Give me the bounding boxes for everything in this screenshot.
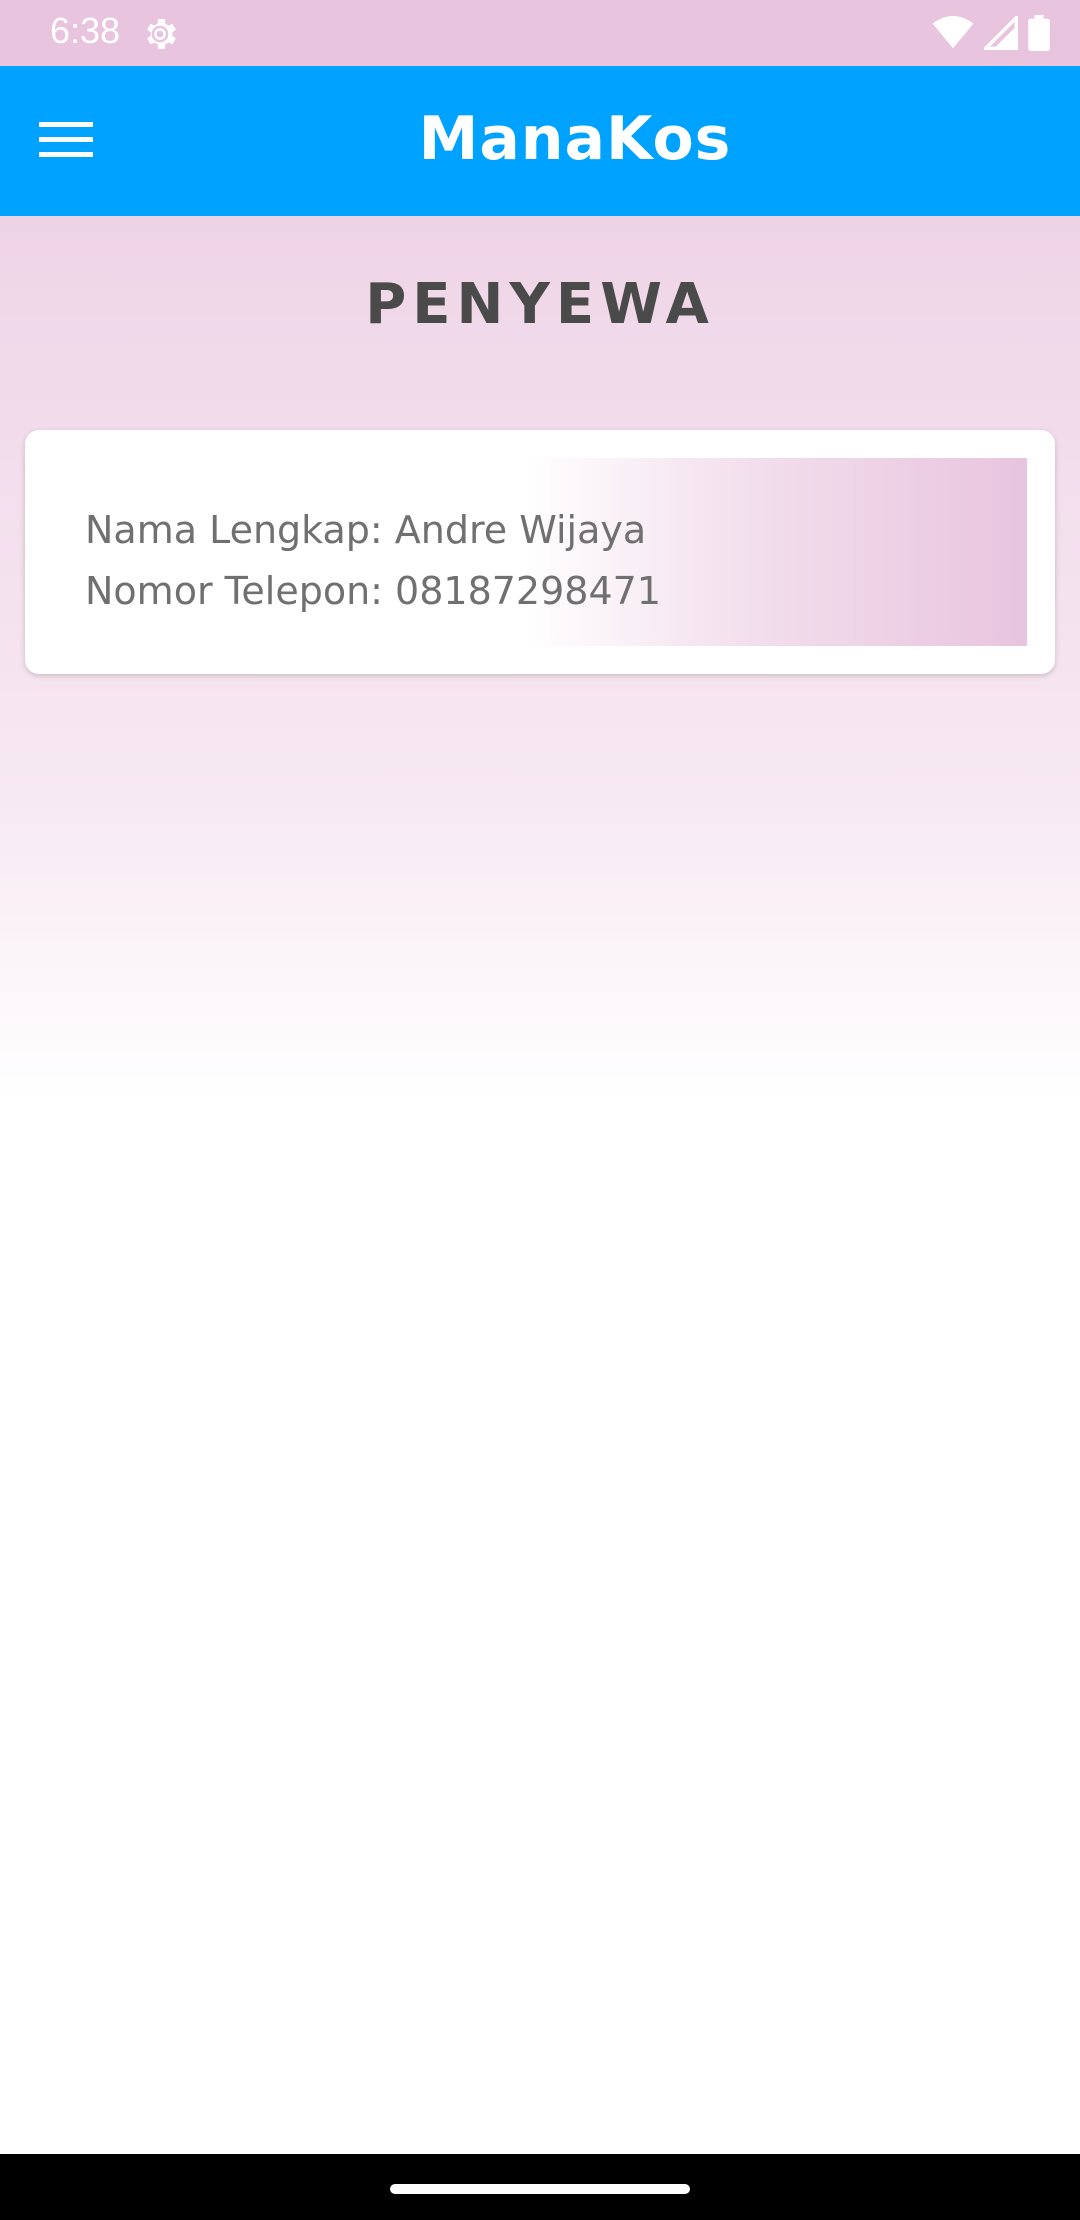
- app-title: ManaKos: [418, 104, 732, 174]
- status-time: 6:38: [50, 10, 121, 51]
- tenant-phone-number: Nomor Telepon: 08187298471: [85, 569, 661, 613]
- home-gesture-handle[interactable]: [390, 2184, 690, 2194]
- page-title: PENYEWA: [365, 272, 715, 337]
- tenant-info: Nama Lengkap: Andre Wijaya Nomor Telepon…: [85, 500, 661, 622]
- wifi-icon: [932, 16, 974, 49]
- tenant-full-name: Nama Lengkap: Andre Wijaya: [85, 508, 647, 552]
- signal-icon: [984, 16, 1018, 50]
- battery-icon: [1028, 15, 1050, 51]
- system-nav-bar: [0, 2154, 1080, 2220]
- app-screen: 6:38 ManaKos PENYEWA Nama Lengkap: Andre…: [0, 0, 1080, 2220]
- status-bar: 6:38: [0, 0, 1080, 66]
- status-icons: [932, 14, 1050, 52]
- settings-gear-icon: [147, 19, 176, 49]
- app-bar: ManaKos: [0, 66, 1080, 216]
- tenant-card[interactable]: Nama Lengkap: Andre Wijaya Nomor Telepon…: [25, 430, 1055, 674]
